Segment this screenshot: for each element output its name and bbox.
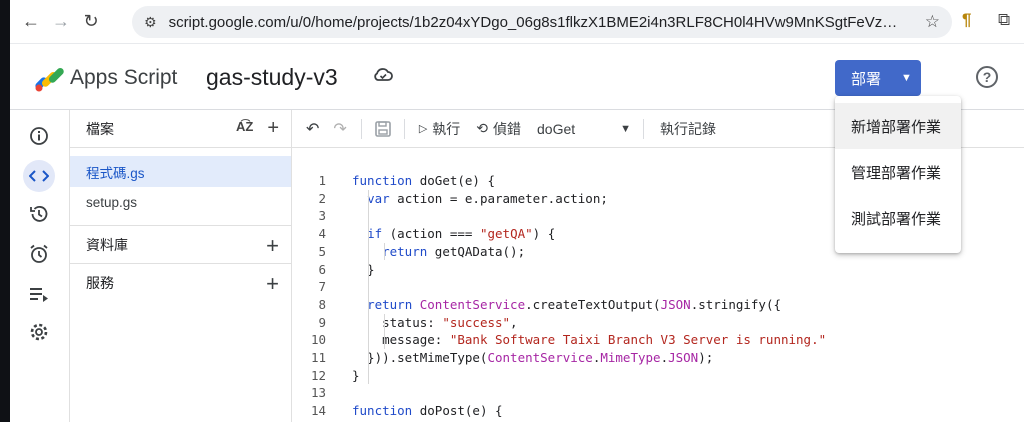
- file-item[interactable]: setup.gs: [70, 187, 291, 218]
- panel-section[interactable]: 資料庫 +: [70, 225, 291, 263]
- save-icon[interactable]: [374, 120, 392, 138]
- files-title: 檔案: [86, 120, 114, 137]
- line-number: 12: [310, 367, 326, 383]
- toolbar-divider: [643, 118, 645, 139]
- editor-code-icon[interactable]: [23, 160, 55, 192]
- run-label: 執行: [432, 120, 461, 137]
- toolbar-divider: [360, 118, 362, 139]
- add-file-icon[interactable]: +: [267, 118, 279, 138]
- panel-section-label: 服務: [86, 274, 114, 291]
- help-icon[interactable]: ?: [976, 66, 998, 88]
- indent-guide: [368, 189, 369, 385]
- toolbar-divider: [403, 118, 405, 139]
- function-select[interactable]: doGet ▼: [537, 121, 631, 137]
- apps-script-logo-icon: [35, 67, 64, 92]
- code-line[interactable]: 10 message: "Bank Software Taixi Branch …: [292, 331, 1024, 349]
- forward-icon[interactable]: →: [46, 7, 76, 37]
- line-number: 13: [310, 385, 326, 401]
- deploy-menu-item[interactable]: 測試部署作業: [835, 195, 961, 241]
- code-text: if (action === "getQA") {: [367, 226, 556, 242]
- deploy-menu: 新增部署作業 管理部署作業 測試部署作業: [835, 96, 961, 253]
- files-panel: 檔案 A͡Z + 程式碼.gs setup.gs 資料庫 + 服務 +: [70, 110, 292, 422]
- code-line[interactable]: 9 status: "success",: [292, 314, 1024, 332]
- settings-gear-icon[interactable]: [23, 316, 55, 348]
- deploy-menu-item[interactable]: 新增部署作業: [835, 103, 961, 149]
- triggers-history-icon[interactable]: [23, 198, 55, 230]
- line-number: 4: [318, 226, 326, 242]
- address-bar[interactable]: ⚙ script.google.com/u/0/home/projects/1b…: [132, 6, 952, 38]
- line-number: 14: [310, 403, 326, 419]
- code-text: return getQAData();: [382, 243, 526, 259]
- line-number: 8: [318, 296, 326, 312]
- debug-button[interactable]: ⟲ 偵錯: [476, 119, 521, 139]
- file-item[interactable]: 程式碼.gs: [70, 156, 291, 187]
- run-button[interactable]: ▷ 執行: [419, 119, 460, 139]
- extension-icon[interactable]: ¶: [962, 10, 971, 30]
- debug-label: 偵錯: [493, 120, 522, 137]
- line-number: 9: [318, 314, 326, 330]
- line-number: 7: [318, 279, 326, 295]
- code-line[interactable]: 14 function doPost(e) {: [292, 402, 1024, 420]
- caret-down-icon: ▼: [901, 72, 912, 84]
- url-text[interactable]: script.google.com/u/0/home/projects/1b2z…: [169, 14, 899, 31]
- site-settings-icon[interactable]: ⚙: [144, 14, 157, 31]
- code-text: status: "success",: [352, 314, 518, 330]
- code-text: return ContentService.createTextOutput(J…: [367, 296, 781, 312]
- add-icon[interactable]: +: [266, 271, 279, 297]
- deploy-menu-item[interactable]: 管理部署作業: [835, 149, 961, 195]
- app-name[interactable]: Apps Script: [70, 66, 177, 90]
- panel-section[interactable]: 服務 +: [70, 263, 291, 301]
- code-text: function doGet(e) {: [352, 173, 496, 188]
- caret-down-icon: ▼: [620, 122, 632, 135]
- left-nav-rail: [10, 110, 70, 422]
- sort-az-icon[interactable]: A͡Z: [236, 119, 253, 137]
- code-line[interactable]: 12}: [292, 367, 1024, 385]
- add-icon[interactable]: +: [266, 233, 279, 259]
- code-text: message: "Bank Software Taixi Branch V3 …: [352, 332, 827, 348]
- bookmark-star-icon[interactable]: ☆: [925, 12, 940, 32]
- play-icon: ▷: [418, 123, 428, 135]
- line-number: 11: [310, 350, 326, 365]
- code-line[interactable]: 11 })).setMimeType(ContentService.MimeTy…: [292, 349, 1024, 367]
- redo-icon[interactable]: ↷: [333, 119, 346, 139]
- project-title[interactable]: gas-study-v3: [206, 64, 338, 91]
- indent-guide: [384, 242, 385, 261]
- code-text: })).setMimeType(ContentService.MimeType.…: [352, 350, 714, 365]
- line-number: 10: [310, 332, 326, 348]
- code-text: function doPost(e) {: [352, 403, 503, 419]
- window-edge: [0, 0, 10, 422]
- extensions-puzzle-icon[interactable]: ⧉: [998, 10, 1010, 30]
- line-number: 3: [318, 208, 326, 224]
- line-number: 5: [318, 243, 326, 259]
- code-line[interactable]: 6 }: [292, 261, 1024, 279]
- alarm-clock-icon[interactable]: [23, 238, 55, 270]
- line-number: 2: [318, 190, 326, 206]
- indent-guide: [384, 313, 385, 349]
- code-text: }: [352, 367, 360, 383]
- code-text: }: [352, 261, 375, 277]
- code-line[interactable]: 8 return ContentService.createTextOutput…: [292, 296, 1024, 314]
- function-select-value: doGet: [537, 120, 576, 137]
- debug-icon: ⟲: [476, 120, 489, 136]
- panel-section-label: 資料庫: [86, 236, 128, 253]
- deploy-button[interactable]: 部署 ▼: [835, 60, 921, 96]
- overview-info-icon[interactable]: [23, 120, 55, 152]
- files-header: 檔案 A͡Z +: [70, 110, 291, 148]
- deploy-label: 部署: [851, 70, 882, 88]
- code-line[interactable]: 13: [292, 384, 1024, 402]
- cloud-saved-icon: [374, 68, 393, 81]
- code-text: var action = e.parameter.action;: [367, 190, 608, 206]
- code-line[interactable]: 7: [292, 278, 1024, 296]
- browser-toolbar: ← → ↻ ⚙ script.google.com/u/0/home/proje…: [10, 0, 1024, 44]
- undo-icon[interactable]: ↶: [306, 119, 319, 139]
- execution-log-button[interactable]: 執行記錄: [660, 119, 716, 139]
- executions-list-icon[interactable]: [23, 278, 55, 310]
- back-icon[interactable]: ←: [16, 7, 46, 37]
- line-number: 6: [318, 261, 326, 277]
- line-number: 1: [318, 173, 326, 188]
- reload-icon[interactable]: ↻: [76, 7, 106, 37]
